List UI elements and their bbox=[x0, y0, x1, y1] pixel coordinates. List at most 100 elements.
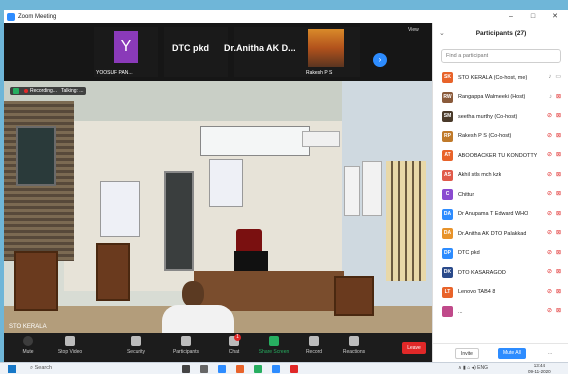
taskbar-search[interactable]: ⌕ Search bbox=[30, 365, 52, 372]
participant-name: Akhil stls mch kzk bbox=[458, 172, 502, 179]
participant-row[interactable]: C Chittur ⊘ ⊠ bbox=[433, 185, 568, 205]
participant-row[interactable]: LT Lenovo TAB4 8 ⊘ ⊠ bbox=[433, 283, 568, 303]
edge-icon[interactable] bbox=[218, 365, 226, 373]
chevron-right-icon[interactable]: › bbox=[373, 53, 387, 67]
shield-icon bbox=[131, 336, 141, 346]
participant-name: Rangappa Walmeeki (Host) bbox=[458, 94, 526, 101]
app-icon[interactable] bbox=[290, 365, 298, 373]
participant-row[interactable]: DA Dr Anupama T Edward WHO ⊘ ⊠ bbox=[433, 205, 568, 225]
participant-tile[interactable]: Y YOOSUF PAN... bbox=[94, 27, 158, 77]
participant-row[interactable]: DP DTC pkd ⊘ ⊠ bbox=[433, 244, 568, 264]
stop-video-button[interactable]: Stop Video bbox=[50, 336, 90, 355]
app-icon[interactable] bbox=[254, 365, 262, 373]
video-off-icon: ⊠ bbox=[555, 191, 561, 197]
mic-muted-icon: ⊘ bbox=[546, 152, 552, 158]
participant-tile[interactable]: DTC pkd bbox=[164, 27, 228, 77]
leave-button[interactable]: Leave bbox=[402, 342, 426, 354]
participant-tile[interactable]: Dr.Anitha AK D... bbox=[224, 27, 298, 77]
record-label: Record bbox=[305, 349, 323, 355]
video-off-icon: ⊠ bbox=[555, 249, 561, 256]
record-button[interactable]: Record bbox=[294, 336, 334, 355]
participant-name: DTO KASARAGOD bbox=[458, 269, 506, 276]
avatar: SM bbox=[442, 111, 453, 123]
chair bbox=[334, 276, 374, 316]
windows-taskbar: ⌕ Search ∧ ▮ ⌂ ◂) ENG 13:44 09-11-2020 bbox=[0, 362, 568, 374]
people-icon bbox=[181, 336, 191, 346]
record-icon bbox=[309, 336, 319, 346]
avatar: Y bbox=[114, 31, 138, 63]
chat-button[interactable]: 1 Chat bbox=[214, 334, 254, 355]
participant-row[interactable]: AT ABOOBACKER TU KONDOTTY ⊘ ⊠ bbox=[433, 146, 568, 166]
recording-label: Recording... bbox=[30, 88, 57, 94]
participant-row[interactable]: DA Dr.Anitha AK DTO Palakkad ⊘ ⊠ bbox=[433, 224, 568, 244]
zoom-taskbar-icon[interactable] bbox=[272, 365, 280, 373]
tile-name: YOOSUF PAN... bbox=[96, 70, 133, 76]
chevron-down-icon[interactable]: ⌄ bbox=[439, 23, 445, 45]
participant-name: Dr.Anitha AK DTO Palakkad bbox=[458, 230, 527, 237]
talking-label: Talking: ... bbox=[60, 88, 84, 94]
participant-row[interactable]: RW Rangappa Walmeeki (Host) ♪ ⊠ bbox=[433, 88, 568, 108]
person-head bbox=[182, 281, 204, 307]
avatar: AT bbox=[442, 150, 453, 162]
chair bbox=[96, 243, 130, 301]
taskview-icon[interactable] bbox=[182, 365, 190, 373]
participant-status-icons: ⊘ ⊠ bbox=[547, 171, 561, 178]
minimize-button[interactable]: – bbox=[500, 10, 522, 23]
avatar: SK bbox=[442, 72, 453, 84]
participant-status-icons: ♪ ▭ bbox=[548, 73, 561, 80]
avatar: C bbox=[442, 189, 453, 201]
participant-row[interactable]: ... ⊘ ⊠ bbox=[433, 302, 568, 322]
store-icon[interactable] bbox=[236, 365, 244, 373]
participant-status-icons: ♪ ⊠ bbox=[549, 93, 561, 100]
participant-status-icons: ⊘ ⊠ bbox=[547, 210, 561, 217]
windows-start-icon[interactable] bbox=[8, 365, 16, 373]
file-explorer-icon[interactable] bbox=[200, 365, 208, 373]
participant-name: Rakesh P S (Co-host) bbox=[458, 133, 512, 140]
banner bbox=[200, 126, 310, 156]
mic-muted-icon: ⊘ bbox=[546, 171, 552, 178]
avatar: LT bbox=[442, 286, 453, 298]
mic-muted-icon: ⊘ bbox=[546, 288, 552, 295]
video-camera-icon: ▭ bbox=[555, 74, 561, 80]
video-off-icon: ⊠ bbox=[555, 152, 561, 158]
participant-name: Dr Anupama T Edward WHO bbox=[458, 211, 529, 218]
participant-row[interactable]: SM seetha murthy (Co-host) ⊘ ⊠ bbox=[433, 107, 568, 127]
close-button[interactable]: ✕ bbox=[544, 10, 566, 23]
window-title: Zoom Meeting bbox=[18, 13, 57, 20]
zoom-app-icon bbox=[7, 12, 15, 21]
microphone-icon bbox=[23, 336, 33, 346]
stop-video-label: Stop Video bbox=[57, 349, 83, 355]
system-tray[interactable]: ∧ ▮ ⌂ ◂) ENG bbox=[458, 365, 488, 371]
mic-muted-icon: ⊘ bbox=[546, 230, 552, 236]
maximize-button[interactable]: □ bbox=[522, 10, 544, 23]
participant-name: seetha murthy (Co-host) bbox=[458, 113, 518, 120]
security-button[interactable]: Security bbox=[116, 336, 156, 355]
panel-footer: Invite Mute All ... bbox=[433, 343, 568, 362]
search-input[interactable] bbox=[441, 49, 561, 63]
video-area: Y YOOSUF PAN... DTC pkd Dr.Anitha AK D..… bbox=[4, 23, 432, 333]
view-button[interactable]: View bbox=[408, 27, 419, 33]
video-camera-icon bbox=[65, 336, 75, 346]
mute-all-button[interactable]: Mute All bbox=[498, 348, 526, 359]
video-off-icon: ⊠ bbox=[555, 93, 561, 100]
participant-row[interactable]: DK DTO KASARAGOD ⊘ ⊠ bbox=[433, 263, 568, 283]
share-screen-button[interactable]: Share Screen bbox=[254, 336, 294, 355]
mute-button[interactable]: Mute bbox=[8, 336, 48, 355]
invite-button[interactable]: Invite bbox=[455, 348, 479, 359]
participant-row[interactable]: SK STO KERALA (Co-host, me) ♪ ▭ bbox=[433, 68, 568, 88]
reactions-button[interactable]: Reactions bbox=[334, 336, 374, 355]
clock[interactable]: 13:44 09-11-2020 bbox=[528, 363, 551, 374]
search-label: Search bbox=[34, 365, 53, 371]
participant-row[interactable]: AS Akhil stls mch kzk ⊘ ⊠ bbox=[433, 166, 568, 186]
mute-label: Mute bbox=[22, 349, 34, 355]
participant-tile[interactable]: Rakesh P S bbox=[296, 27, 360, 77]
avatar: RP bbox=[442, 130, 453, 142]
more-button[interactable]: ... bbox=[543, 348, 557, 359]
participants-button[interactable]: Participants bbox=[166, 336, 206, 355]
participant-row[interactable]: RP Rakesh P S (Co-host) ⊘ ⊠ bbox=[433, 127, 568, 147]
zoom-window: Zoom Meeting – □ ✕ Y YOOSUF PAN... DTC p… bbox=[4, 10, 568, 362]
mic-muted-icon: ⊘ bbox=[546, 269, 552, 275]
participants-panel: ⌄ Participants (27) SK STO KERALA (Co-hos… bbox=[432, 23, 568, 362]
clock-date: 09-11-2020 bbox=[528, 368, 551, 374]
gallery-strip: Y YOOSUF PAN... DTC pkd Dr.Anitha AK D..… bbox=[4, 23, 432, 81]
